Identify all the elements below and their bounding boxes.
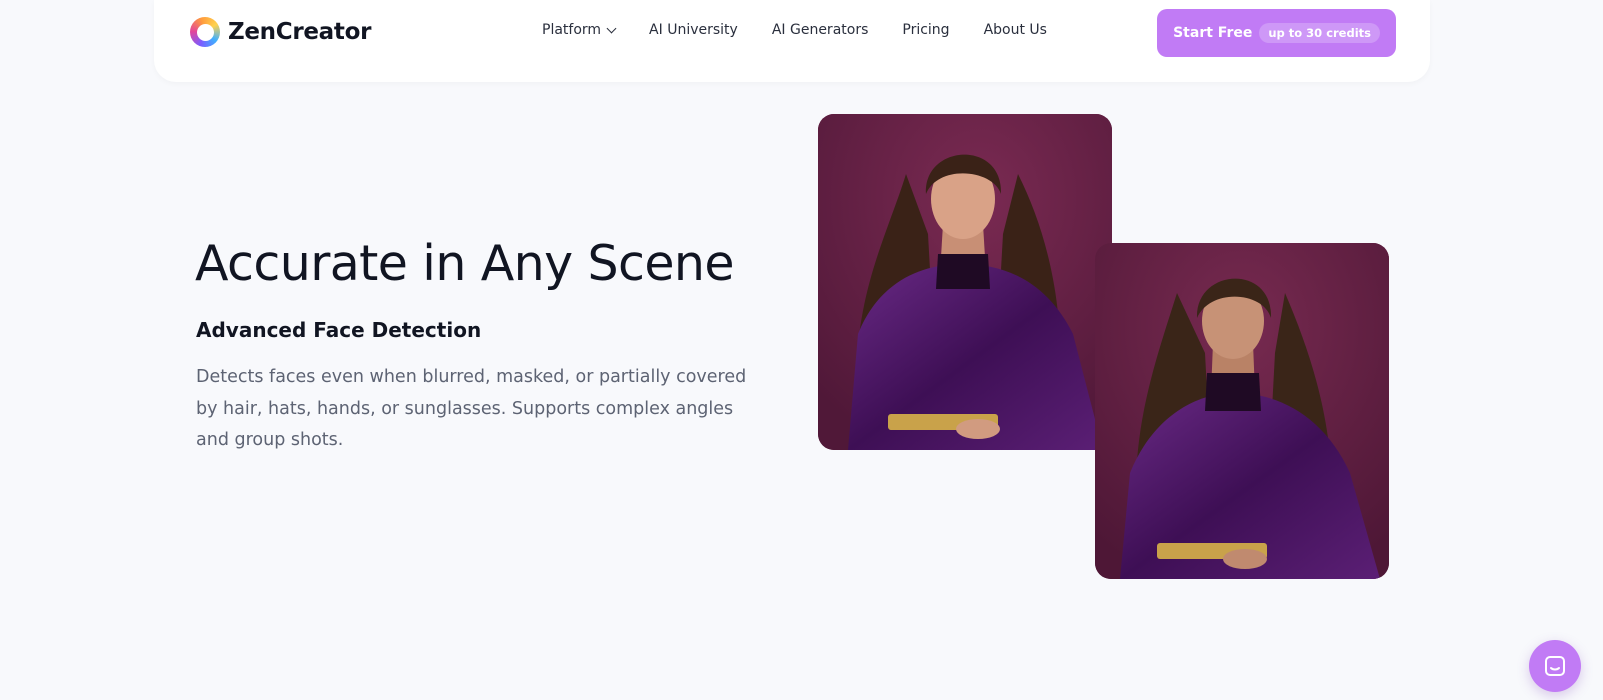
portrait-image-2 <box>1095 243 1389 579</box>
nav-item-label: AI Generators <box>771 22 869 38</box>
nav-item-platform[interactable]: Platform <box>542 22 617 38</box>
nav-item-label: Pricing <box>902 22 950 38</box>
main-nav: Platform AI University AI Generators Pri… <box>542 22 1047 38</box>
start-free-label: Start Free <box>1173 25 1253 41</box>
hero-description: Detects faces even when blurred, masked,… <box>196 367 747 450</box>
nav-item-ai-university[interactable]: AI University <box>649 22 738 38</box>
portrait-image-1 <box>818 114 1112 450</box>
hero-title: Accurate in Any Scene <box>195 235 734 292</box>
portrait-woman-icon <box>818 114 1112 450</box>
chat-launcher-button[interactable] <box>1529 640 1581 692</box>
nav-item-about-us[interactable]: About Us <box>984 22 1047 38</box>
hero-subtitle: Advanced Face Detection <box>196 318 482 342</box>
logo-icon <box>190 17 220 47</box>
nav-item-label: Platform <box>542 22 602 38</box>
logo-text: ZenCreator <box>228 19 372 45</box>
portrait-woman-icon <box>1095 243 1389 579</box>
nav-item-label: AI University <box>649 22 738 38</box>
chevron-down-icon <box>606 23 617 33</box>
credits-badge: up to 30 credits <box>1259 23 1380 43</box>
logo[interactable]: ZenCreator <box>190 17 371 47</box>
start-free-button[interactable]: Start Free up to 30 credits <box>1157 9 1396 57</box>
nav-item-ai-generators[interactable]: AI Generators <box>772 22 869 38</box>
nav-item-pricing[interactable]: Pricing <box>902 22 949 38</box>
nav-item-label: About Us <box>983 22 1047 38</box>
chat-icon <box>1545 656 1565 676</box>
site-header: ZenCreator Platform AI University AI Gen… <box>154 0 1430 82</box>
